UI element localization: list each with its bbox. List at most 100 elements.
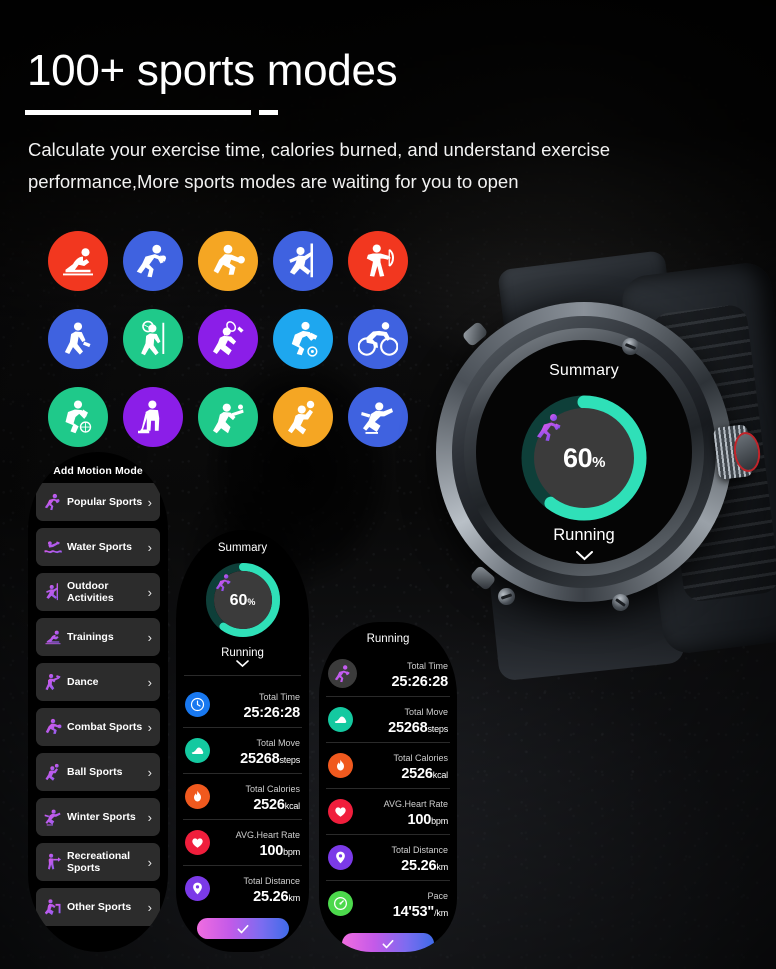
runner-icon xyxy=(43,491,63,513)
stat-value: 25:26:28 xyxy=(391,674,449,690)
watch-screen[interactable]: Summary 60% Running xyxy=(476,340,692,564)
progress-ring: 60% xyxy=(520,394,648,521)
progress-ring-center: 60% xyxy=(534,408,634,508)
stat-icon-badge xyxy=(328,845,353,870)
runner-icon xyxy=(537,414,561,441)
watch-button-top-left[interactable] xyxy=(461,320,489,348)
sport-mode-boxing[interactable] xyxy=(190,222,265,300)
sport-badge xyxy=(47,309,108,369)
chevron-right-icon: › xyxy=(147,494,152,510)
stat-text: Total Move 25268steps xyxy=(217,733,300,768)
title-underline-dash xyxy=(259,110,278,115)
sidebar-item-recreational-sports[interactable]: Recreational Sports › xyxy=(36,843,160,881)
running-stats-list: Total Time 25:26:28 Total Move 25268steps To… xyxy=(326,651,450,926)
clock-icon xyxy=(190,697,205,712)
runner-icon xyxy=(215,574,231,592)
stat-icon-badge xyxy=(185,784,210,809)
watch-case-inner: Summary 60% Running xyxy=(452,316,716,588)
chevron-down-icon[interactable] xyxy=(575,549,593,564)
sidebar-menu: Popular Sports › Water Sports › Outdoor Acti… xyxy=(36,483,160,926)
chevron-right-icon: › xyxy=(147,899,152,915)
skating-icon xyxy=(360,402,393,434)
sport-mode-volleyball[interactable] xyxy=(265,378,340,456)
chevron-right-icon: › xyxy=(147,674,152,690)
sport-mode-climbing[interactable] xyxy=(265,222,340,300)
stat-label: Total Calories xyxy=(245,784,300,794)
gauge-icon xyxy=(334,897,347,910)
archery-icon xyxy=(366,244,394,277)
sport-badge xyxy=(197,387,258,447)
stat-value: 25:26:28 xyxy=(243,705,301,721)
sidebar-item-popular-sports[interactable]: Popular Sports › xyxy=(36,483,160,521)
sidebar-item-trainings[interactable]: Trainings › xyxy=(36,618,160,656)
stat-icon-badge xyxy=(328,753,353,778)
stat-row: Total Move 25268steps xyxy=(183,727,302,773)
stat-row: Total Distance 25.26km xyxy=(183,865,302,911)
chevron-down-icon[interactable] xyxy=(176,660,309,671)
sidebar-item-other-sports[interactable]: Other Sports › xyxy=(36,888,160,926)
skater-icon xyxy=(43,806,63,828)
sidebar-item-winter-sports[interactable]: Winter Sports › xyxy=(36,798,160,836)
confirm-button[interactable] xyxy=(342,933,434,952)
sport-badge xyxy=(347,387,408,447)
stat-label: Pace xyxy=(427,891,448,901)
stat-icon-badge xyxy=(328,891,353,916)
pin-icon xyxy=(336,851,345,864)
sport-mode-walking[interactable] xyxy=(40,300,115,378)
sport-mode-football[interactable] xyxy=(115,222,190,300)
stepper-icon xyxy=(43,896,63,918)
stat-label: Total Time xyxy=(406,661,448,671)
sport-mode-baseball[interactable] xyxy=(190,378,265,456)
sidebar-item-outdoor-activities[interactable]: Outdoor Activities › xyxy=(36,573,160,611)
sidebar-item-combat-sports[interactable]: Combat Sports › xyxy=(36,708,160,746)
runner-icon xyxy=(334,664,350,682)
sport-mode-hockey[interactable] xyxy=(115,378,190,456)
sport-badge xyxy=(122,309,183,369)
stat-icon-badge xyxy=(328,659,357,688)
sport-mode-golf-hiking[interactable] xyxy=(115,300,190,378)
sport-mode-skating[interactable] xyxy=(340,378,415,456)
summary-progress-percent: 60% xyxy=(229,591,256,609)
sidebar-item-label: Winter Sports xyxy=(67,811,136,823)
chevron-right-icon: › xyxy=(147,629,152,645)
watch-activity-name: Running xyxy=(553,526,615,544)
confirm-button[interactable] xyxy=(196,918,289,939)
basketball-icon xyxy=(65,400,91,434)
flame-icon xyxy=(194,790,201,802)
sidebar-item-water-sports[interactable]: Water Sports › xyxy=(36,528,160,566)
sport-mode-cycling[interactable] xyxy=(340,300,415,378)
soccer-icon xyxy=(291,321,317,357)
sport-mode-soccer[interactable] xyxy=(265,300,340,378)
stat-text: AVG.Heart Rate 100bpm xyxy=(217,825,301,860)
sport-mode-archery[interactable] xyxy=(340,222,415,300)
sport-mode-basketball[interactable] xyxy=(40,378,115,456)
sport-mode-rowing[interactable] xyxy=(40,222,115,300)
sport-badge xyxy=(47,387,108,447)
sidebar-item-ball-sports[interactable]: Ball Sports › xyxy=(36,753,160,791)
football-icon xyxy=(136,244,166,278)
swimmer-icon xyxy=(43,536,63,558)
sport-mode-badminton[interactable] xyxy=(190,300,265,378)
stat-icon-badge xyxy=(185,738,210,763)
summary-confirm-wrap xyxy=(176,918,309,939)
shoe-icon xyxy=(334,716,347,723)
sports-icon-grid xyxy=(40,222,410,456)
watch-case: Summary 60% Running xyxy=(436,302,732,615)
sidebar-item-label: Popular Sports xyxy=(67,496,143,508)
stat-row: Total Calories 2526kcal xyxy=(183,773,302,819)
stat-value: 100bpm xyxy=(407,812,448,828)
add-motion-mode-panel: Add Motion Mode Popular Sports › Water Spo… xyxy=(28,452,168,952)
stat-text: Pace 14'53"/km xyxy=(360,886,448,921)
golf-hiking-icon xyxy=(140,320,164,356)
stat-text: Total Distance 25.26km xyxy=(217,871,300,906)
stat-row: AVG.Heart Rate 100bpm xyxy=(326,788,450,834)
summary-card: Summary 60% Running Total Time 25:26:28 … xyxy=(176,530,309,952)
summary-ring-center: 60% xyxy=(213,571,272,629)
climbing-icon xyxy=(288,243,313,278)
stat-value: 14'53"/km xyxy=(392,904,448,920)
climber-icon xyxy=(43,581,63,603)
sidebar-item-dance[interactable]: Dance › xyxy=(36,663,160,701)
sport-badge xyxy=(197,231,258,291)
sport-badge xyxy=(272,309,333,369)
stat-label: Total Move xyxy=(404,707,448,717)
